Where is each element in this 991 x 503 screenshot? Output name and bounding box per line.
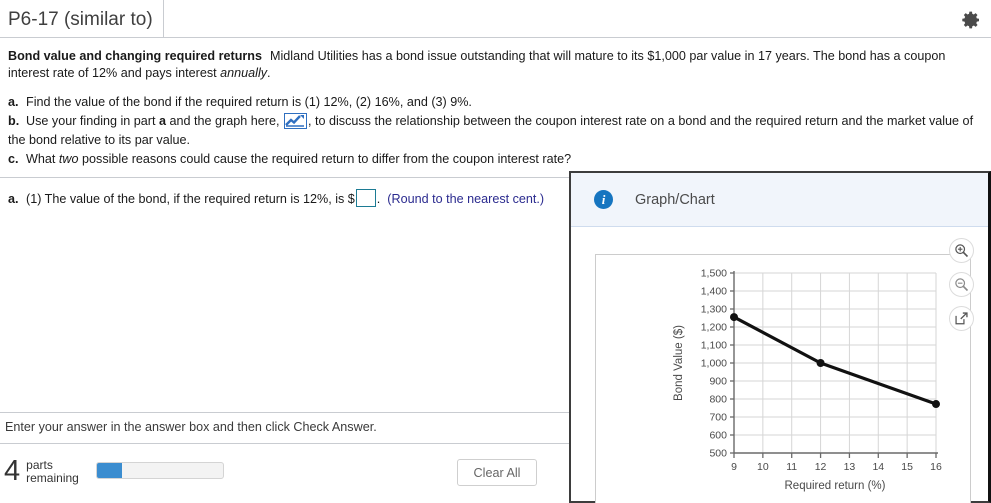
rounding-hint: (Round to the nearest cent.) bbox=[387, 192, 545, 206]
part-c-emphasis: two bbox=[58, 152, 79, 166]
answer-row: a. (1) The value of the bond, if the requ… bbox=[8, 189, 544, 207]
svg-text:14: 14 bbox=[872, 461, 884, 473]
question-part-a: a. Find the value of the bond if the requ… bbox=[8, 93, 983, 112]
parts-remaining: 4 parts remaining bbox=[4, 457, 79, 486]
svg-text:12: 12 bbox=[815, 461, 827, 473]
chart-toolbar bbox=[949, 238, 974, 331]
part-b-label: b. bbox=[8, 114, 20, 128]
graph-chart-title: Graph/Chart bbox=[635, 191, 715, 208]
info-icon: i bbox=[594, 190, 613, 209]
progress-bar[interactable] bbox=[96, 462, 224, 479]
parts-remaining-count: 4 bbox=[4, 455, 21, 487]
part-b-text-mid: and the graph here, bbox=[166, 114, 283, 128]
svg-text:1,200: 1,200 bbox=[701, 322, 727, 334]
question-stem: Bond value and changing required returns… bbox=[8, 48, 983, 81]
svg-text:1,400: 1,400 bbox=[701, 286, 727, 298]
svg-text:1,100: 1,100 bbox=[701, 340, 727, 352]
parts-remaining-word1: parts bbox=[26, 457, 53, 472]
part-c-label: c. bbox=[8, 152, 19, 166]
part-a-text: Find the value of the bond if the requir… bbox=[26, 95, 472, 109]
graph-chart-body: 500 600 700 800 900 1,000 1,100 1,200 1,300 1,400… bbox=[571, 228, 988, 503]
svg-text:Required return (%): Required return (%) bbox=[785, 480, 886, 492]
answer-suffix: . bbox=[376, 192, 381, 206]
graph-chart-header: i Graph/Chart bbox=[571, 173, 988, 227]
clear-all-button[interactable]: Clear All bbox=[457, 459, 537, 486]
svg-text:Bond Value ($): Bond Value ($) bbox=[673, 325, 685, 401]
question-tab-label: P6-17 (similar to) bbox=[8, 9, 153, 30]
svg-text:900: 900 bbox=[709, 376, 727, 388]
part-b-text-pre: Use your finding in part bbox=[26, 114, 160, 128]
question-parts: a. Find the value of the bond if the requ… bbox=[8, 93, 983, 169]
zoom-out-icon[interactable] bbox=[949, 272, 974, 297]
answer-part-label: a. bbox=[8, 192, 19, 206]
gear-icon[interactable] bbox=[959, 8, 983, 32]
graph-chart-panel: i Graph/Chart 500 600 700 800 900 1,000 … bbox=[569, 171, 991, 503]
title-bar: P6-17 (similar to) bbox=[0, 0, 991, 38]
svg-text:1,000: 1,000 bbox=[701, 358, 727, 370]
question-bold-title: Bond value and changing required returns bbox=[8, 49, 263, 63]
svg-text:11: 11 bbox=[786, 461, 797, 473]
svg-text:800: 800 bbox=[709, 394, 727, 406]
svg-text:1,300: 1,300 bbox=[701, 304, 727, 316]
part-a-label: a. bbox=[8, 95, 19, 109]
question-stem-italic: annually bbox=[220, 65, 268, 80]
bond-value-line-chart: 500 600 700 800 900 1,000 1,100 1,200 1,300 1,400… bbox=[673, 268, 942, 492]
expand-icon[interactable] bbox=[949, 306, 974, 331]
svg-text:700: 700 bbox=[709, 412, 727, 424]
zoom-in-icon[interactable] bbox=[949, 238, 974, 263]
chart-container[interactable]: 500 600 700 800 900 1,000 1,100 1,200 1,300 1,400… bbox=[595, 254, 971, 503]
bond-value-input[interactable] bbox=[355, 189, 376, 207]
part-c-text-pre: What bbox=[26, 152, 59, 166]
answer-prompt: (1) The value of the bond, if the requir… bbox=[26, 192, 355, 206]
question-part-b: b. Use your finding in part a and the gra… bbox=[8, 112, 983, 150]
instruction-text: Enter your answer in the answer box and … bbox=[5, 420, 377, 434]
question-tab[interactable]: P6-17 (similar to) bbox=[0, 0, 164, 37]
question-stem-end: . bbox=[267, 65, 271, 80]
svg-text:15: 15 bbox=[901, 461, 913, 473]
progress-bar-fill bbox=[97, 463, 123, 478]
svg-text:500: 500 bbox=[709, 448, 727, 460]
divider-above-instruction bbox=[0, 412, 569, 413]
part-c-text-post: possible reasons could cause the require… bbox=[78, 152, 572, 166]
question-part-c: c. What two possible reasons could cause … bbox=[8, 150, 983, 169]
line-chart-icon[interactable] bbox=[283, 113, 307, 129]
svg-text:9: 9 bbox=[731, 461, 737, 473]
svg-text:600: 600 bbox=[709, 430, 727, 442]
question-workspace: P6-17 (similar to) Bond value and changi… bbox=[0, 0, 991, 503]
svg-text:13: 13 bbox=[844, 461, 856, 473]
divider-above-answer bbox=[0, 177, 569, 178]
parts-remaining-word2: remaining bbox=[26, 470, 79, 485]
svg-text:10: 10 bbox=[757, 461, 769, 473]
question-text: Bond value and changing required returns… bbox=[0, 38, 991, 169]
part-b-ref-a: a bbox=[159, 114, 167, 128]
parts-remaining-label: parts remaining bbox=[26, 457, 79, 485]
svg-text:16: 16 bbox=[930, 461, 942, 473]
svg-text:1,500: 1,500 bbox=[701, 268, 727, 280]
